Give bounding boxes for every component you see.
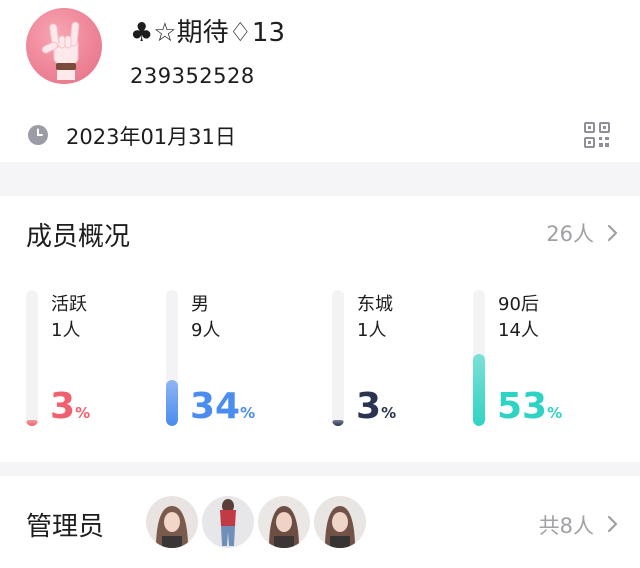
stat-location: 东城 1人 3%: [332, 290, 472, 440]
stat-label: 90后: [498, 294, 539, 315]
group-id: 239352528: [130, 64, 255, 88]
stat-bar-track: [332, 290, 344, 426]
stat-bar-track: [473, 290, 485, 426]
group-header-card: ♣☆期待♢13 239352528 2023年01月31日: [0, 0, 640, 162]
admins-count-link[interactable]: 共8人: [539, 510, 594, 540]
created-date: 2023年01月31日: [66, 125, 236, 149]
group-avatar[interactable]: [26, 8, 102, 84]
person-photo-icon: [146, 496, 198, 548]
stat-count: 9人: [191, 320, 221, 341]
group-name: ♣☆期待♢13: [130, 18, 286, 48]
stat-percent: 53%: [497, 386, 563, 427]
admin-avatar[interactable]: [146, 496, 198, 548]
stat-bar-fill: [473, 354, 485, 426]
stat-label: 活跃: [51, 294, 87, 315]
stat-percent: 34%: [190, 386, 256, 427]
person-photo-icon: [314, 496, 366, 548]
stat-percent: 3%: [50, 386, 91, 427]
admin-avatar[interactable]: [202, 496, 254, 548]
stat-label: 男: [191, 294, 209, 315]
stat-count: 1人: [51, 320, 81, 341]
person-photo-icon: [202, 496, 254, 548]
stat-bar-fill: [26, 420, 38, 426]
person-photo-icon: [258, 496, 310, 548]
stat-male: 男 9人 34%: [166, 290, 306, 440]
admin-avatar-list: [146, 496, 366, 548]
members-overview-card: 成员概况 26人 活跃 1人 3% 男 9人 34% 东城 1人 3% 90后 …: [0, 196, 640, 462]
stat-percent: 3%: [356, 386, 397, 427]
clock-icon: [28, 125, 48, 145]
qr-code-icon[interactable]: [583, 121, 611, 149]
stat-bar-fill: [332, 420, 344, 426]
stat-bar-track: [166, 290, 178, 426]
stat-count: 14人: [498, 320, 539, 341]
stat-active: 活跃 1人 3%: [26, 290, 166, 440]
admins-title: 管理员: [26, 512, 105, 542]
stat-label: 东城: [357, 294, 393, 315]
admin-avatar[interactable]: [258, 496, 310, 548]
chevron-right-icon[interactable]: [606, 514, 620, 534]
admins-card[interactable]: 管理员 共8人: [0, 476, 640, 568]
chevron-right-icon[interactable]: [606, 223, 620, 243]
stat-age: 90后 14人 53%: [473, 290, 613, 440]
admin-avatar[interactable]: [314, 496, 366, 548]
stat-count: 1人: [357, 320, 387, 341]
stat-bar-track: [26, 290, 38, 426]
members-total-link[interactable]: 26人: [546, 218, 594, 248]
rock-hand-icon: [41, 21, 80, 80]
members-title: 成员概况: [26, 222, 131, 252]
stat-bar-fill: [166, 380, 178, 426]
